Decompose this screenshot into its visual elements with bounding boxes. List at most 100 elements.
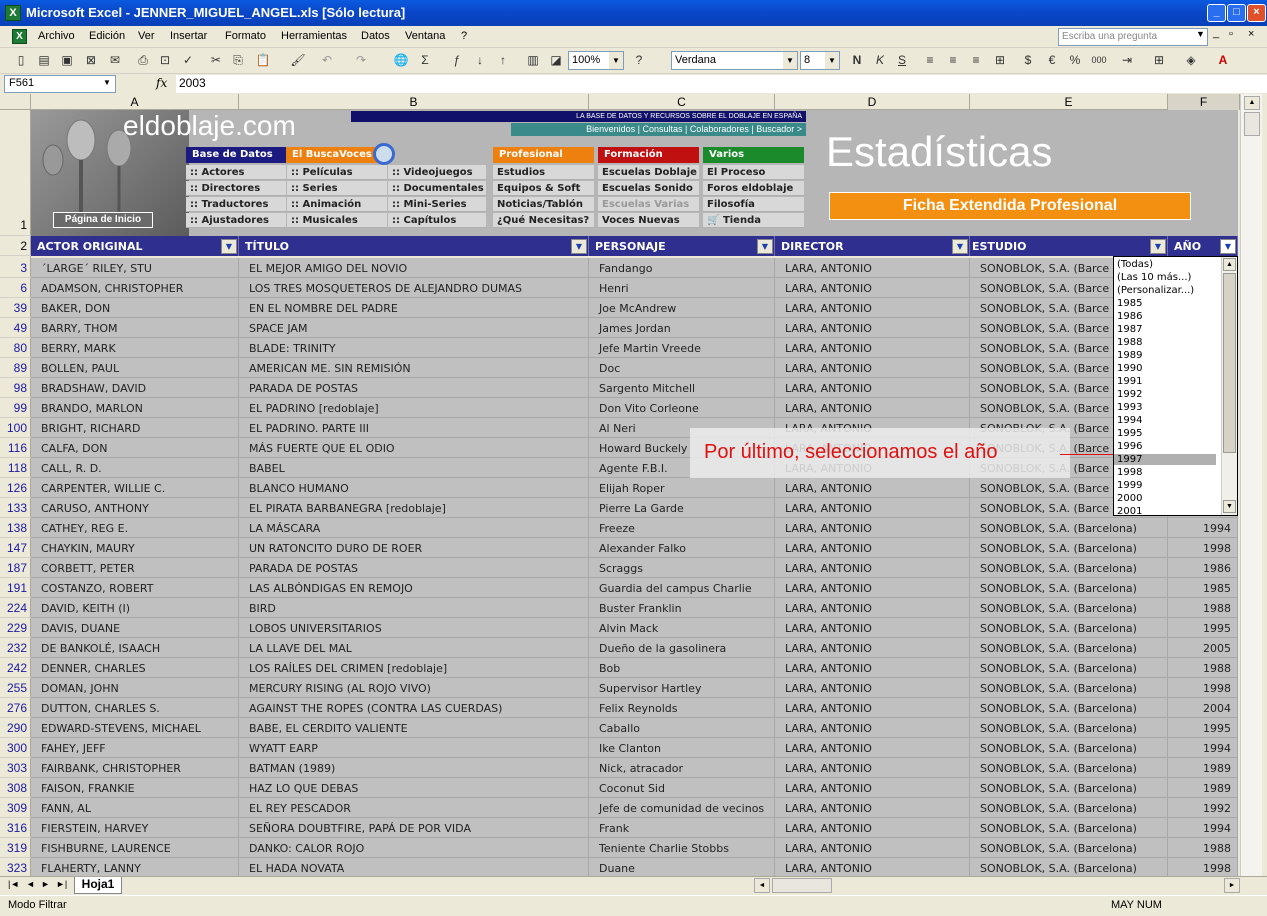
row-header[interactable]: 99 [0,398,31,418]
table-cell-b[interactable]: LA MÁSCARA [239,518,589,538]
table-cell-d[interactable]: LARA, ANTONIO [775,818,970,838]
table-cell-a[interactable]: BAKER, DON [31,298,239,318]
dropdown-option[interactable]: 1995 [1117,428,1219,439]
column-header-e[interactable]: E [970,94,1168,110]
name-box[interactable]: F561 ▼ [4,75,116,93]
table-cell-d[interactable]: LARA, ANTONIO [775,318,970,338]
dropdown-option[interactable]: (Todas) [1117,259,1219,270]
table-cell-c[interactable]: Freeze [589,518,775,538]
table-cell-e[interactable]: SONOBLOK, S.A. (Barcelona) [970,558,1168,578]
nav-capitulos[interactable]: :: Capítulos [388,213,486,228]
table-cell-b[interactable]: PARADA DE POSTAS [239,378,589,398]
column-header-d[interactable]: D [775,94,970,110]
table-cell-e[interactable]: SONOBLOK, S.A. (Barcelona) [970,758,1168,778]
nav-musicales[interactable]: :: Musicales [287,213,387,228]
table-cell-a[interactable]: DENNER, CHARLES [31,658,239,678]
table-cell-c[interactable]: Joe McAndrew [589,298,775,318]
table-cell-c[interactable]: Nick, atracador [589,758,775,778]
vertical-scrollbar[interactable]: ▲ [1240,94,1262,876]
menu-archivo[interactable]: Archivo [38,30,75,42]
table-cell-a[interactable]: DUTTON, CHARLES S. [31,698,239,718]
open-icon[interactable]: ▤ [35,51,53,69]
row-header[interactable]: 1 [0,110,31,236]
scroll-up-icon[interactable]: ▲ [1223,258,1236,271]
print-preview-icon[interactable]: ⊡ [156,51,174,69]
table-cell-d[interactable]: LARA, ANTONIO [775,638,970,658]
table-cell-f[interactable]: 1998 [1168,858,1238,876]
select-all-corner[interactable] [0,94,31,110]
table-cell-b[interactable]: WYATT EARP [239,738,589,758]
table-cell-f[interactable]: 1992 [1168,798,1238,818]
table-cell-e[interactable]: SONOBLOK, S.A. (Barcelona) [970,538,1168,558]
function-insert-icon[interactable]: fx [156,76,167,90]
autosum-icon[interactable]: Σ [416,51,434,69]
minimize-icon[interactable]: _ [1207,4,1226,22]
table-cell-a[interactable]: BRADSHAW, DAVID [31,378,239,398]
doc-close-icon[interactable]: × [1248,28,1254,40]
menu-ver[interactable]: Ver [138,30,155,42]
row-header[interactable]: 290 [0,718,31,738]
row-header[interactable]: 147 [0,538,31,558]
row-header[interactable]: 276 [0,698,31,718]
table-cell-b[interactable]: LAS ALBÓNDIGAS EN REMOJO [239,578,589,598]
table-cell-d[interactable]: LARA, ANTONIO [775,718,970,738]
menu-ventana[interactable]: Ventana [405,30,445,42]
undo-icon[interactable]: ↶ [318,51,336,69]
table-cell-f[interactable]: 1998 [1168,538,1238,558]
nav-header-varios[interactable]: Varios [703,147,804,163]
thousands-icon[interactable]: 000 [1090,51,1108,69]
row-header[interactable]: 138 [0,518,31,538]
table-cell-f[interactable]: 1988 [1168,838,1238,858]
nav-header-formacion[interactable]: Formación [598,147,699,163]
table-cell-f[interactable]: 1995 [1168,718,1238,738]
table-cell-d[interactable]: LARA, ANTONIO [775,258,970,278]
table-cell-c[interactable]: Don Vito Corleone [589,398,775,418]
autofilter-arrow-icon[interactable]: ▼ [571,239,587,254]
table-cell-e[interactable]: SONOBLOK, S.A. (Barcelona) [970,838,1168,858]
row-header[interactable]: 100 [0,418,31,438]
dropdown-option[interactable]: 1990 [1117,363,1219,374]
dropdown-option[interactable]: 1999 [1117,480,1219,491]
print-icon[interactable]: ⎙ [134,51,152,69]
nav-actores[interactable]: :: Actores [186,165,286,180]
site-top-links[interactable]: Bienvenidos | Consultas | Colaboradores … [511,123,806,136]
table-cell-f[interactable]: 2005 [1168,638,1238,658]
nav-escuelas-doblaje[interactable]: Escuelas Doblaje [598,165,699,180]
table-cell-b[interactable]: BIRD [239,598,589,618]
copy-icon[interactable]: ⎘ [229,51,247,69]
table-cell-c[interactable]: Pierre La Garde [589,498,775,518]
table-cell-d[interactable]: LARA, ANTONIO [775,738,970,758]
sheet-tab-hoja1[interactable]: Hoja1 [74,877,122,894]
hyperlink-icon[interactable]: 🌐 [392,51,410,69]
nav-escuelas-sonido[interactable]: Escuelas Sonido [598,181,699,196]
table-cell-f[interactable]: 1988 [1168,658,1238,678]
table-cell-b[interactable]: EL PADRINO. PARTE III [239,418,589,438]
row-header[interactable]: 6 [0,278,31,298]
dropdown-scrollbar[interactable]: ▲ ▼ [1221,257,1237,515]
table-cell-b[interactable]: UN RATONCITO DURO DE ROER [239,538,589,558]
row-header[interactable]: 224 [0,598,31,618]
nav-estudios[interactable]: Estudios [493,165,594,180]
dropdown-option[interactable]: 1998 [1117,467,1219,478]
table-cell-b[interactable]: EL REY PESCADOR [239,798,589,818]
table-cell-d[interactable]: LARA, ANTONIO [775,698,970,718]
row-header[interactable]: 187 [0,558,31,578]
nav-filosofia[interactable]: Filosofía [703,197,804,212]
table-cell-c[interactable]: Fandango [589,258,775,278]
menu-datos[interactable]: Datos [361,30,390,42]
nav-traductores[interactable]: :: Traductores [186,197,286,212]
nav-series[interactable]: :: Series [287,181,387,196]
site-logo[interactable]: eldoblaje.com [123,110,296,142]
close-icon[interactable]: × [1247,4,1266,22]
menu-ayuda[interactable]: ? [461,30,467,42]
table-cell-c[interactable]: Henri [589,278,775,298]
nav-equipos-soft[interactable]: Equipos & Soft [493,181,594,196]
table-cell-d[interactable]: LARA, ANTONIO [775,778,970,798]
table-cell-d[interactable]: LARA, ANTONIO [775,278,970,298]
align-right-icon[interactable]: ≡ [967,51,985,69]
chart-icon[interactable]: ▥ [524,51,542,69]
format-painter-icon[interactable]: 🖌 [289,51,307,69]
dropdown-option[interactable]: 2001 [1117,506,1219,517]
table-cell-a[interactable]: BOLLEN, PAUL [31,358,239,378]
table-cell-b[interactable]: LOS RAÍLES DEL CRIMEN [redoblaje] [239,658,589,678]
